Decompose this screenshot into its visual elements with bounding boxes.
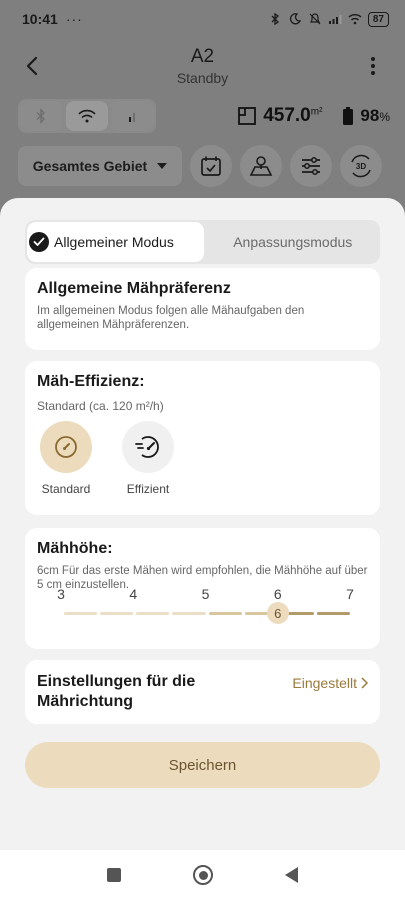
wifi-icon (348, 14, 362, 25)
battery-stat: 98% (360, 106, 390, 126)
schedule-button[interactable] (190, 145, 232, 187)
slider-ticks: 3 4 5 6 7 (37, 586, 368, 622)
efficiency-option-label: Effizient (126, 482, 170, 496)
recent-apps-button[interactable] (107, 868, 121, 882)
bluetooth-icon (36, 108, 46, 124)
status-bar: 10:41 ··· 87 (0, 0, 405, 38)
cellular-signal-icon (129, 113, 135, 122)
view-3d-label: 3D (356, 162, 366, 171)
title-block: A2 Standby (0, 46, 405, 86)
stats-group: 457.0m² 98% (237, 105, 390, 127)
view-3d-button[interactable]: 3D (340, 145, 382, 187)
area-icon (238, 107, 257, 125)
area-stat: 457.0m² (263, 105, 322, 127)
mowing-direction-status: Eingestellt (292, 675, 357, 691)
cutting-height-card: Mähhöhe: 6cm Für das erste Mähen wird em… (25, 528, 380, 649)
slider-tick-label: 3 (57, 586, 65, 602)
calendar-check-icon (201, 156, 221, 176)
map-edit-button[interactable] (240, 145, 282, 187)
save-button[interactable]: Speichern (25, 742, 380, 788)
general-preference-title: Allgemeine Mähpräferenz (37, 280, 231, 297)
battery-indicator: 87 (367, 11, 389, 27)
compass-icon (40, 421, 92, 473)
tab-custom-mode[interactable]: Anpassungsmodus (206, 220, 381, 264)
map-toolbar: Gesamtes Gebiet 3D (18, 145, 390, 187)
moon-icon (289, 13, 301, 25)
mowing-direction-row: Einstellungen für die Mährichtung Einges… (37, 672, 368, 712)
status-icons: 87 (268, 11, 389, 27)
more-options-button[interactable] (359, 52, 387, 80)
slider-tick-label: 6 (273, 586, 282, 602)
device-title: A2 (190, 46, 215, 67)
efficiency-option-efficient[interactable]: Effizient (120, 421, 176, 496)
area-value: 457.0 (263, 105, 311, 126)
battery-value: 98 (360, 106, 380, 125)
mowing-direction-card[interactable]: Einstellungen für die Mährichtung Einges… (25, 660, 380, 724)
efficiency-option-standard[interactable]: Standard (38, 421, 94, 496)
map-pin-icon (249, 156, 273, 176)
slider-tick-label: 4 (129, 586, 138, 602)
general-preference-description: Im allgemeinen Modus folgen alle Mähaufg… (37, 305, 305, 331)
mode-tabs: Allgemeiner Modus Anpassungsmodus (25, 220, 380, 264)
muted-bell-icon (309, 13, 321, 25)
slider-tick-label: 5 (201, 586, 210, 602)
efficiency-card: Mäh-Effizienz: Standard (ca. 120 m²/h) S… (25, 361, 380, 515)
tab-general-mode[interactable]: Allgemeiner Modus (27, 222, 204, 262)
tab-general-label: Allgemeiner Modus (54, 234, 174, 250)
speed-icon (122, 421, 174, 473)
back-nav-button[interactable] (285, 867, 298, 883)
battery-unit: % (379, 110, 390, 124)
efficiency-subtitle: Standard (ca. 120 m²/h) (37, 399, 164, 413)
system-navigation-bar (0, 850, 405, 900)
efficiency-options: Standard Effizient (37, 421, 368, 496)
mowing-direction-title: Einstellungen für die Mährichtung (37, 673, 196, 710)
tab-custom-label: Anpassungsmodus (233, 234, 353, 250)
status-time: 10:41 (22, 11, 58, 27)
home-button[interactable] (193, 865, 213, 885)
mowing-preferences-sheet: Allgemeiner Modus Anpassungsmodus Allgem… (0, 198, 405, 850)
cellular-connection-button[interactable] (112, 101, 154, 131)
efficiency-title: Mäh-Effizienz: (37, 373, 145, 390)
wifi-icon (78, 109, 96, 123)
connection-stats-row: 457.0m² 98% (18, 98, 390, 134)
chevron-right-icon (361, 677, 368, 689)
slider-tick-label: 7 (346, 586, 354, 602)
bluetooth-icon (271, 12, 279, 26)
area-unit: m² (310, 106, 323, 118)
settings-sliders-button[interactable] (290, 145, 332, 187)
general-preference-card: Allgemeine Mähpräferenz Im allgemeinen M… (25, 268, 380, 350)
status-more-icon: ··· (65, 11, 83, 27)
app-header: A2 Standby (0, 38, 405, 98)
sliders-icon (302, 157, 320, 175)
device-status: Standby (176, 70, 229, 86)
check-circle-icon (29, 232, 49, 252)
caret-down-icon (157, 163, 168, 169)
cellular-signal-icon (328, 15, 342, 24)
area-select-label: Gesamtes Gebiet (32, 158, 148, 174)
bluetooth-connection-button[interactable] (20, 101, 62, 131)
cutting-height-title: Mähhöhe: (37, 540, 113, 557)
mowing-direction-link[interactable]: Eingestellt (292, 675, 368, 691)
connection-group (18, 99, 156, 133)
area-select-dropdown[interactable]: Gesamtes Gebiet (18, 146, 182, 186)
battery-icon (343, 107, 354, 125)
efficiency-option-label: Standard (41, 482, 91, 496)
vertical-dots-icon (371, 57, 375, 75)
cutting-height-slider[interactable]: 6 3 4 5 6 7 (37, 586, 368, 636)
wifi-connection-button[interactable] (66, 101, 108, 131)
rotate-3d-icon: 3D (351, 154, 371, 178)
